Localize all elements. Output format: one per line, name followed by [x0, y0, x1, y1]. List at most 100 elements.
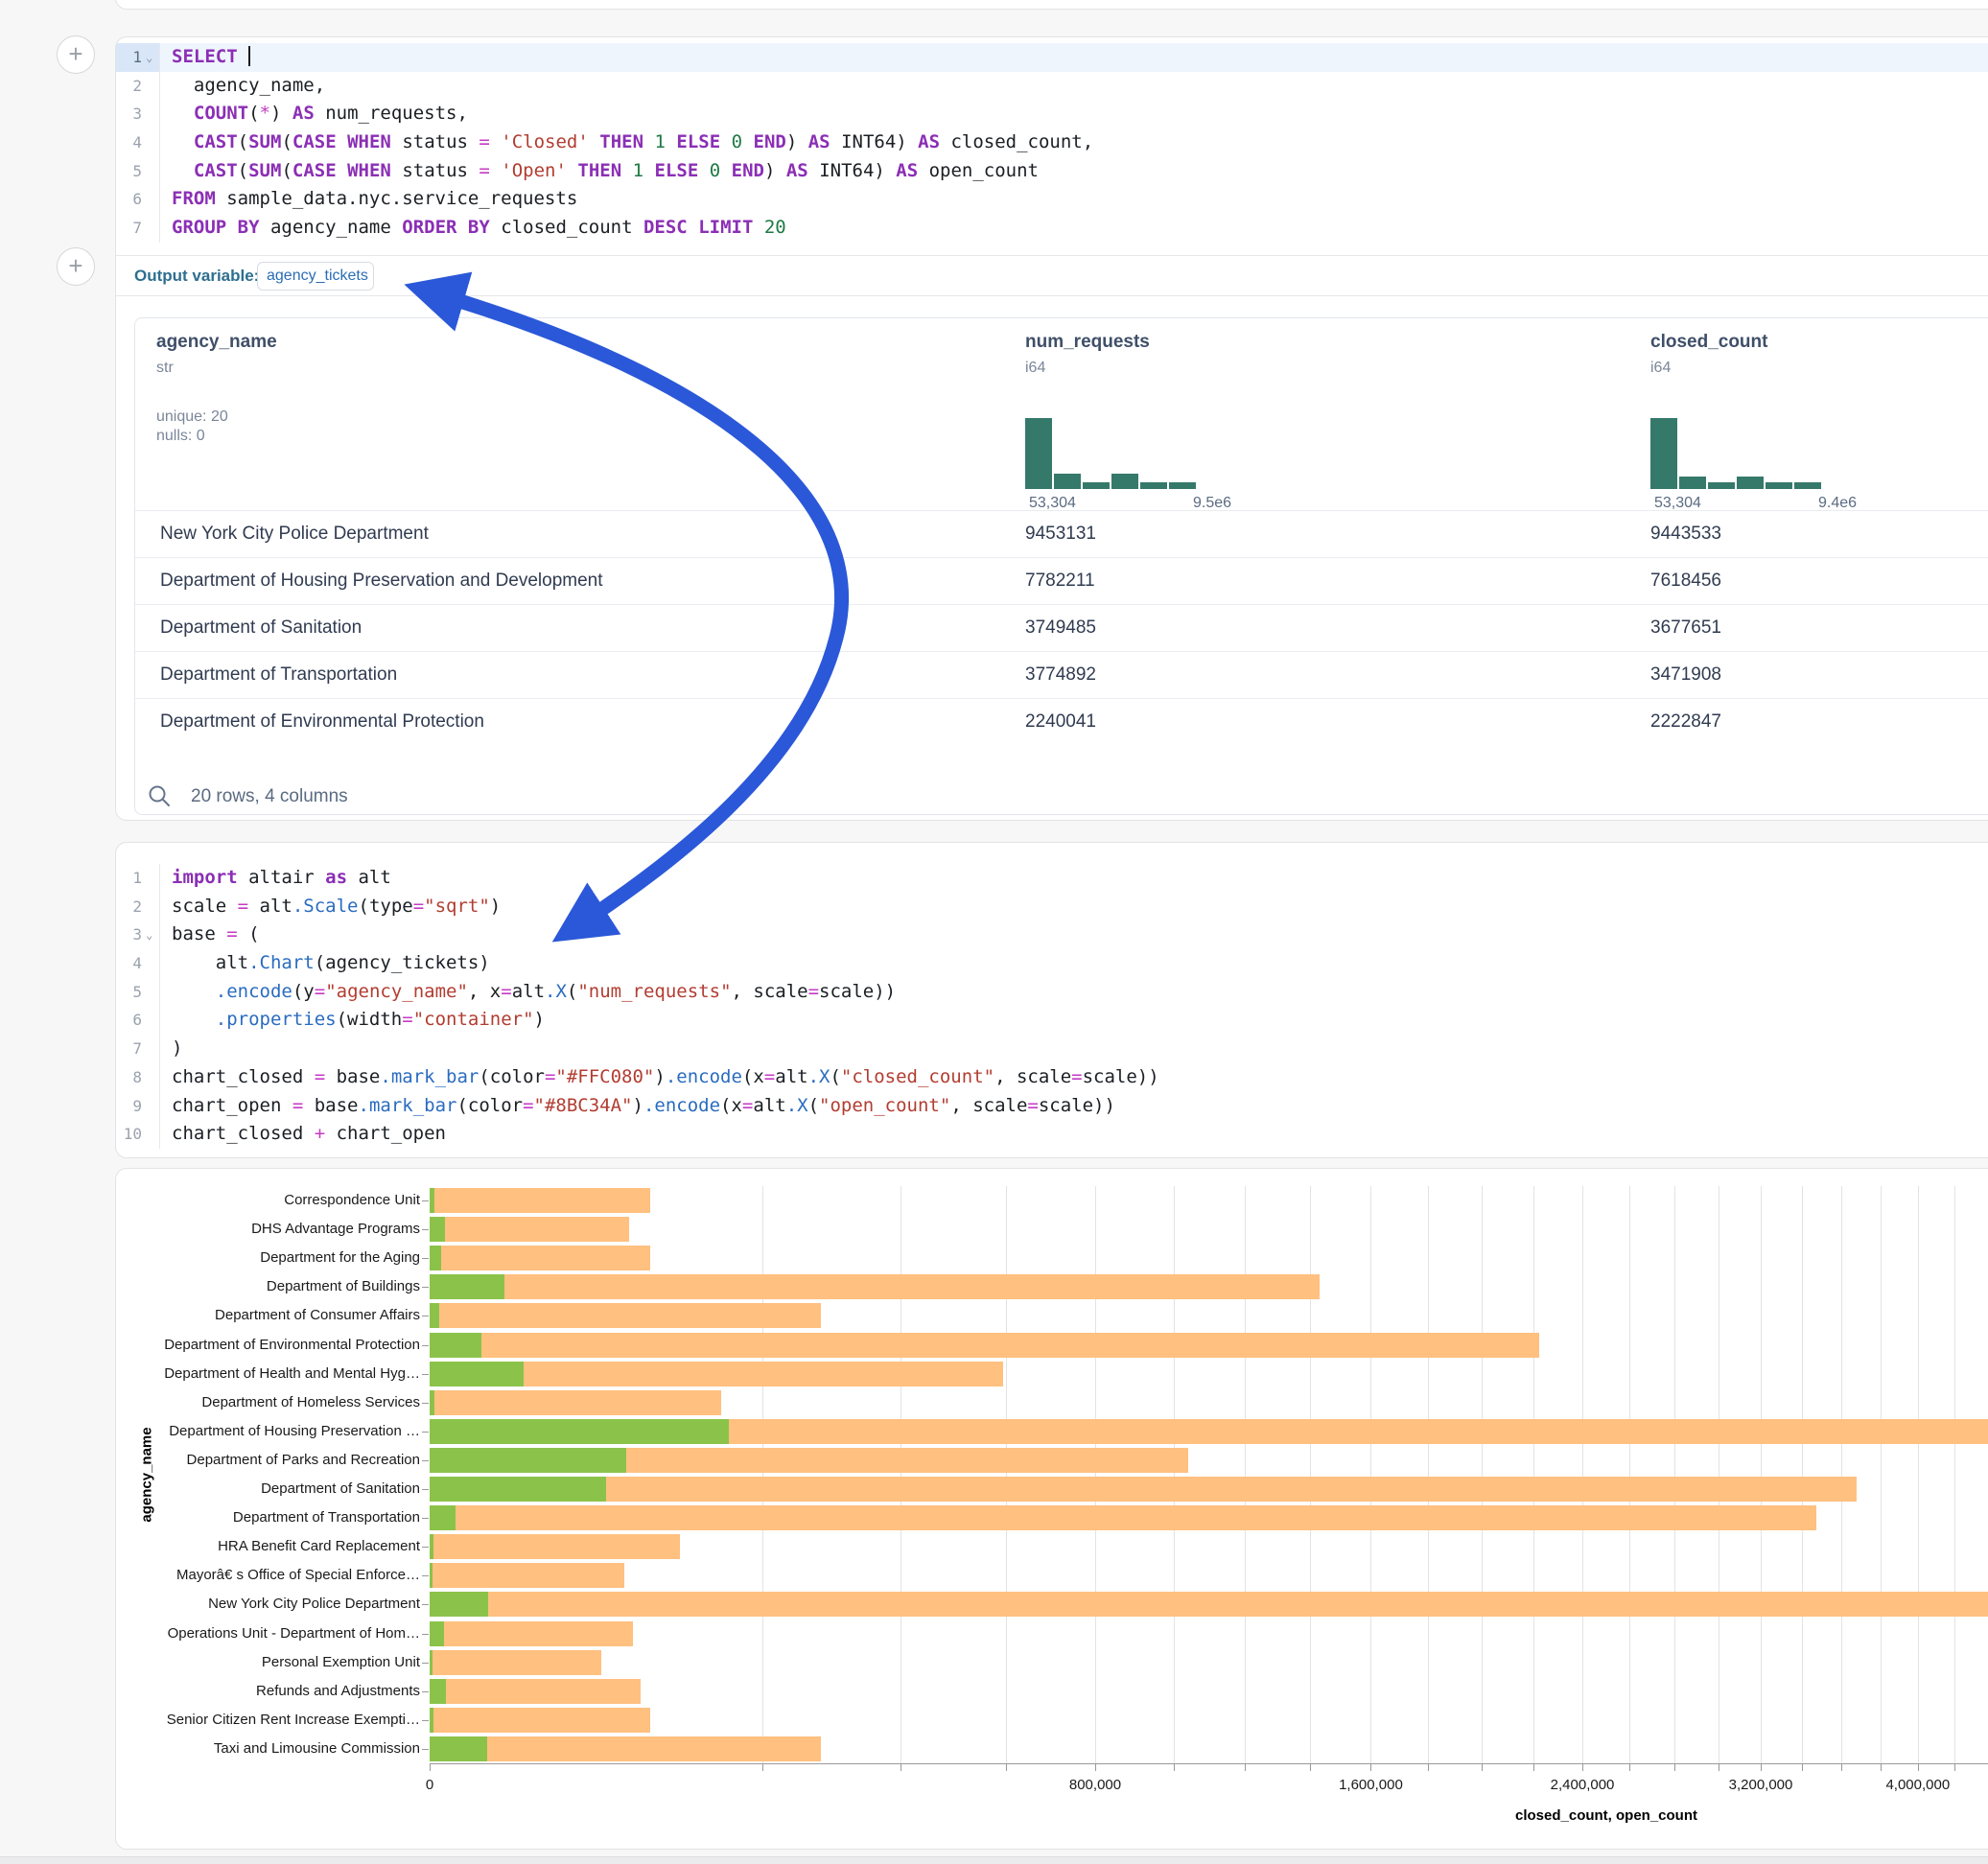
search-icon[interactable]: [147, 783, 172, 808]
histogram-bar: [1794, 482, 1821, 489]
bar-open_count: [430, 1563, 433, 1588]
code-line[interactable]: 2 agency_name,: [116, 72, 1988, 101]
y-axis-label: Refunds and Adjustments: [121, 1683, 420, 1699]
table-cell: Department of Transportation: [160, 664, 397, 686]
code-line[interactable]: 1⌄SELECT: [116, 43, 1988, 72]
code-line[interactable]: 5 CAST(SUM(CASE WHEN status = 'Open' THE…: [116, 157, 1988, 186]
chevron-down-icon: [146, 157, 159, 186]
add-cell-button-output[interactable]: +: [57, 247, 95, 286]
line-number: 1: [116, 864, 160, 893]
bar-closed_count: [430, 1274, 1320, 1299]
code-line[interactable]: 6FROM sample_data.nyc.service_requests: [116, 185, 1988, 214]
bar-open_count: [430, 1274, 504, 1299]
notebook-canvas: + + 1⌄SELECT 2 agency_name,3 COUNT(*) AS…: [0, 0, 1988, 1864]
y-axis-tick: [422, 1489, 429, 1490]
y-axis-label: Department of Housing Preservation …: [121, 1423, 420, 1439]
histogram-bar: [1025, 418, 1052, 489]
y-axis-label: New York City Police Department: [121, 1596, 420, 1612]
code-line[interactable]: 2scale = alt.Scale(type="sqrt"): [116, 893, 1988, 921]
code-line[interactable]: 5 .encode(y="agency_name", x=alt.X("num_…: [116, 978, 1988, 1007]
x-gridline: [1370, 1186, 1371, 1763]
table-cell: Department of Sanitation: [160, 617, 362, 639]
line-number: 3: [116, 100, 160, 128]
x-axis-tick: [1245, 1763, 1246, 1771]
code-line[interactable]: 3⌄base = (: [116, 920, 1988, 949]
table-cell: 3749485: [1025, 617, 1096, 639]
x-axis-tick: [1533, 1763, 1534, 1771]
x-gridline: [1095, 1186, 1096, 1763]
line-number: 3⌄: [116, 920, 160, 949]
x-gridline: [1674, 1186, 1675, 1763]
line-number: 8: [116, 1063, 160, 1092]
column-name: closed_count: [1650, 332, 1767, 353]
code-line[interactable]: 6 .properties(width="container"): [116, 1006, 1988, 1035]
histogram-bar: [1111, 474, 1138, 489]
code-text: chart_closed = base.mark_bar(color="#FFC…: [160, 1063, 1159, 1092]
x-axis-tick: [1802, 1763, 1803, 1771]
y-axis-tick: [422, 1518, 429, 1519]
table-cell: 9443533: [1650, 524, 1721, 545]
add-cell-button-top[interactable]: +: [57, 35, 95, 74]
histogram-bar: [1766, 482, 1792, 489]
table-row[interactable]: Department of Sanitation37494853677651: [135, 604, 1988, 651]
y-axis-tick: [422, 1749, 429, 1750]
bar-open_count: [430, 1362, 524, 1386]
bar-open_count: [430, 1217, 445, 1242]
x-axis-tick: [1310, 1763, 1311, 1771]
python-cell-panel: 1import altair as alt2scale = alt.Scale(…: [115, 842, 1988, 1158]
y-axis-label: DHS Advantage Programs: [121, 1221, 420, 1237]
line-number: 7: [116, 214, 160, 243]
bar-open_count: [430, 1188, 434, 1213]
code-line[interactable]: 7): [116, 1035, 1988, 1063]
x-axis-label: 3,200,000: [1703, 1777, 1818, 1793]
x-gridline: [1629, 1186, 1630, 1763]
table-row[interactable]: New York City Police Department945313194…: [135, 510, 1988, 557]
y-axis-tick: [422, 1258, 429, 1259]
x-axis-tick: [1674, 1763, 1675, 1771]
chevron-down-icon: [146, 893, 159, 921]
table-row[interactable]: Department of Environmental Protection22…: [135, 698, 1988, 745]
column-type: i64: [1025, 360, 1150, 377]
x-gridline: [1841, 1186, 1842, 1763]
code-text: COUNT(*) AS num_requests,: [160, 100, 468, 128]
bar-closed_count: [430, 1592, 1988, 1617]
table-row[interactable]: Department of Transportation377489234719…: [135, 651, 1988, 698]
y-axis-tick: [422, 1460, 429, 1461]
code-line[interactable]: 4 alt.Chart(agency_tickets): [116, 949, 1988, 978]
column-header-num_requests[interactable]: num_requestsi64: [1025, 332, 1150, 377]
code-line[interactable]: 3 COUNT(*) AS num_requests,: [116, 100, 1988, 128]
code-text: .encode(y="agency_name", x=alt.X("num_re…: [160, 978, 896, 1007]
bar-open_count: [430, 1679, 446, 1704]
column-header-closed_count[interactable]: closed_counti64: [1650, 332, 1767, 377]
chart-x-axis-title: closed_count, open_count: [1515, 1807, 1697, 1824]
table-row[interactable]: Department of Housing Preservation and D…: [135, 557, 1988, 604]
row-column-count: 20 rows, 4 columns: [191, 786, 348, 807]
x-gridline: [1533, 1186, 1534, 1763]
python-code-editor[interactable]: 1import altair as alt2scale = alt.Scale(…: [116, 864, 1988, 1149]
column-header-agency_name[interactable]: agency_namestrunique: 20nulls: 0: [156, 332, 277, 445]
code-text: FROM sample_data.nyc.service_requests: [160, 185, 577, 214]
chart-x-axis-line: [430, 1763, 1988, 1764]
code-text: chart_closed + chart_open: [160, 1120, 446, 1149]
column-type: str: [156, 360, 277, 377]
line-number: 2: [116, 72, 160, 101]
output-variable-pill[interactable]: agency_tickets: [257, 262, 374, 291]
code-line[interactable]: 7GROUP BY agency_name ORDER BY closed_co…: [116, 214, 1988, 243]
y-axis-tick: [422, 1403, 429, 1404]
histogram-bar: [1679, 477, 1706, 489]
chevron-down-icon: [146, 949, 159, 978]
code-line[interactable]: 9chart_open = base.mark_bar(color="#8BC3…: [116, 1092, 1988, 1121]
y-axis-tick: [422, 1287, 429, 1288]
altair-bar-chart: agency_name closed_count, open_count Cor…: [116, 1169, 1988, 1849]
table-cell: Department of Environmental Protection: [160, 711, 484, 733]
code-line[interactable]: 1import altair as alt: [116, 864, 1988, 893]
code-line[interactable]: 8chart_closed = base.mark_bar(color="#FF…: [116, 1063, 1988, 1092]
code-line[interactable]: 4 CAST(SUM(CASE WHEN status = 'Closed' T…: [116, 128, 1988, 157]
sql-code-editor[interactable]: 1⌄SELECT 2 agency_name,3 COUNT(*) AS num…: [116, 43, 1988, 243]
y-axis-label: Department of Homeless Services: [121, 1394, 420, 1410]
bar-closed_count: [430, 1650, 601, 1675]
y-axis-tick: [422, 1200, 429, 1201]
code-line[interactable]: 10chart_closed + chart_open: [116, 1120, 1988, 1149]
bar-open_count: [430, 1448, 626, 1473]
code-text: .properties(width="container"): [160, 1006, 545, 1035]
